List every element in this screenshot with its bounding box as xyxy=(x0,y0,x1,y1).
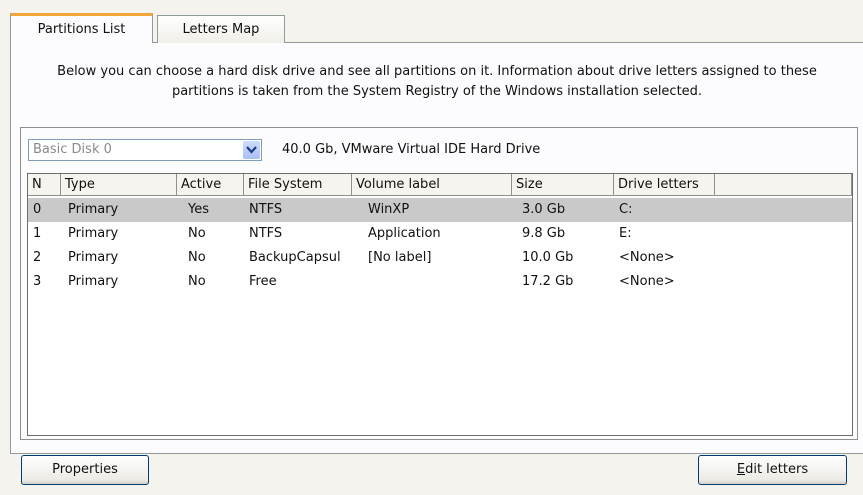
column-header-file-system[interactable]: File System xyxy=(244,174,352,196)
cell-size: 17.2 Gb xyxy=(522,274,574,289)
table-row[interactable]: 1 Primary No NTFS Application 9.8 Gb E: xyxy=(28,222,852,246)
cell-active: No xyxy=(188,226,206,241)
cell-drive-letters: E: xyxy=(619,226,632,241)
column-header-volume-label[interactable]: Volume label xyxy=(352,174,512,196)
cell-size: 9.8 Gb xyxy=(522,226,566,241)
cell-n: 1 xyxy=(33,226,42,241)
cell-active: No xyxy=(188,250,206,265)
cell-volume-label: Application xyxy=(368,226,441,241)
cell-volume-label: WinXP xyxy=(368,202,410,217)
column-header-drive-letters[interactable]: Drive letters xyxy=(614,174,715,196)
partitions-table: N Type Active File System Volume label S… xyxy=(27,173,853,436)
disk-select-dropdown-button[interactable] xyxy=(243,141,260,159)
cell-n: 0 xyxy=(33,202,42,217)
partition-rows: 0 Primary Yes NTFS WinXP 3.0 Gb C: 1 Pri… xyxy=(28,198,852,294)
column-header-type[interactable]: Type xyxy=(61,174,177,196)
cell-drive-letters: <None> xyxy=(619,250,675,265)
disk-select[interactable]: Basic Disk 0 xyxy=(28,139,262,161)
edit-letters-label: dit letters xyxy=(745,462,809,477)
cell-type: Primary xyxy=(68,202,119,217)
cell-file-system: BackupCapsul xyxy=(249,250,341,265)
cell-file-system: NTFS xyxy=(249,202,283,217)
tab-letters-map[interactable]: Letters Map xyxy=(157,15,285,43)
cell-active: Yes xyxy=(188,202,209,217)
tab-partitions-list[interactable]: Partitions List xyxy=(10,13,153,43)
column-header-n[interactable]: N xyxy=(28,174,61,196)
cell-size: 3.0 Gb xyxy=(522,202,566,217)
column-header-filler xyxy=(715,174,852,196)
column-header-size[interactable]: Size xyxy=(512,174,614,196)
table-row[interactable]: 0 Primary Yes NTFS WinXP 3.0 Gb C: xyxy=(28,198,852,222)
cell-type: Primary xyxy=(68,226,119,241)
properties-button[interactable]: Properties xyxy=(21,455,149,485)
cell-file-system: NTFS xyxy=(249,226,283,241)
edit-letters-button[interactable]: Edit letters xyxy=(698,455,847,485)
cell-active: No xyxy=(188,274,206,289)
description-text: Below you can choose a hard disk drive a… xyxy=(57,64,817,99)
cell-file-system: Free xyxy=(249,274,277,289)
column-header-active[interactable]: Active xyxy=(177,174,244,196)
disk-info-text: 40.0 Gb, VMware Virtual IDE Hard Drive xyxy=(282,142,541,157)
cell-drive-letters: <None> xyxy=(619,274,675,289)
table-row[interactable]: 3 Primary No Free 17.2 Gb <None> xyxy=(28,270,852,294)
edit-letters-mnemonic: E xyxy=(736,462,746,477)
cell-n: 2 xyxy=(33,250,42,265)
cell-size: 10.0 Gb xyxy=(522,250,574,265)
cell-type: Primary xyxy=(68,274,119,289)
cell-n: 3 xyxy=(33,274,42,289)
cell-drive-letters: C: xyxy=(619,202,633,217)
table-row[interactable]: 2 Primary No BackupCapsul [No label] 10.… xyxy=(28,246,852,270)
cell-volume-label: [No label] xyxy=(368,250,432,265)
cell-type: Primary xyxy=(68,250,119,265)
chevron-down-icon xyxy=(246,146,257,154)
disk-select-value: Basic Disk 0 xyxy=(33,142,112,157)
